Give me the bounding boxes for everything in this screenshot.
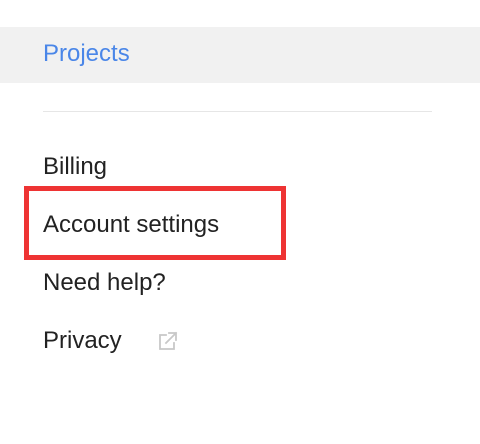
external-link-icon[interactable] [157,330,179,352]
account-menu: Projects Billing Account settings Need h… [0,0,480,444]
menu-divider [43,111,432,112]
nav-item-projects-label[interactable]: Projects [43,40,130,68]
menu-item-privacy[interactable]: Privacy [43,327,122,355]
top-spacer [0,0,480,27]
menu-item-account-settings[interactable]: Account settings [43,211,219,239]
menu-item-billing[interactable]: Billing [43,153,107,181]
menu-item-need-help[interactable]: Need help? [43,269,166,297]
